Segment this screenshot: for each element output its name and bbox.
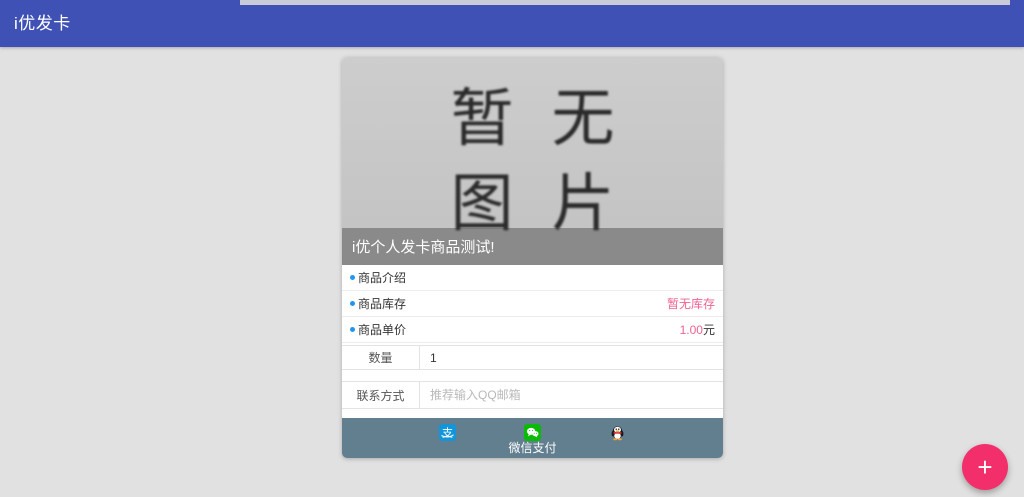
product-info-list: 商品介绍 商品库存 暂无库存 商品单价 1.00元 [342,265,723,343]
product-title: i优个人发卡商品测试! [352,236,495,257]
payment-footer: 支 微信支付 [342,418,723,458]
navbar: i优发卡 [0,0,1024,47]
contact-input[interactable] [420,382,723,408]
payment-option-alipay[interactable]: 支 [405,424,490,458]
bullet-icon [350,327,355,332]
quantity-input[interactable] [420,346,723,369]
payment-option-qq[interactable] [575,424,660,458]
contact-row: 联系方式 [342,381,723,409]
product-card: 暂 无 图 片 i优个人发卡商品测试! 商品介绍 商品库存 暂无库存 商品单价 … [342,57,723,458]
info-label: 商品单价 [358,321,406,338]
quantity-label: 数量 [342,346,420,369]
payment-label-wechat: 微信支付 [508,442,556,455]
title-overlay: i优个人发卡商品测试! [342,228,723,265]
wechat-pay-icon [524,424,541,441]
no-image-char: 图 [451,172,514,235]
no-image-char: 片 [552,172,615,235]
alipay-icon: 支 [439,424,456,441]
contact-label: 联系方式 [342,382,420,408]
price-value: 1.00元 [680,321,715,338]
svg-text:支: 支 [442,427,453,440]
quantity-row: 数量 [342,345,723,370]
price-unit: 元 [703,323,715,337]
price-number: 1.00 [680,323,703,337]
add-fab-button[interactable]: + [962,444,1008,490]
info-label: 商品库存 [358,295,406,312]
no-image-char: 无 [552,87,615,150]
brand-title[interactable]: i优发卡 [0,0,71,47]
qq-icon [609,424,626,441]
top-progress-strip [240,0,1010,5]
payment-option-wechat[interactable]: 微信支付 [490,424,575,458]
info-row-price: 商品单价 1.00元 [342,317,723,343]
info-row-stock: 商品库存 暂无库存 [342,291,723,317]
no-image-char: 暂 [451,87,514,150]
product-image-placeholder: 暂 无 图 片 i优个人发卡商品测试! [342,57,723,265]
bullet-icon [350,275,355,280]
stock-status: 暂无库存 [667,295,715,312]
info-label: 商品介绍 [358,269,406,286]
bullet-icon [350,301,355,306]
plus-icon: + [977,454,992,480]
info-row-intro: 商品介绍 [342,265,723,291]
